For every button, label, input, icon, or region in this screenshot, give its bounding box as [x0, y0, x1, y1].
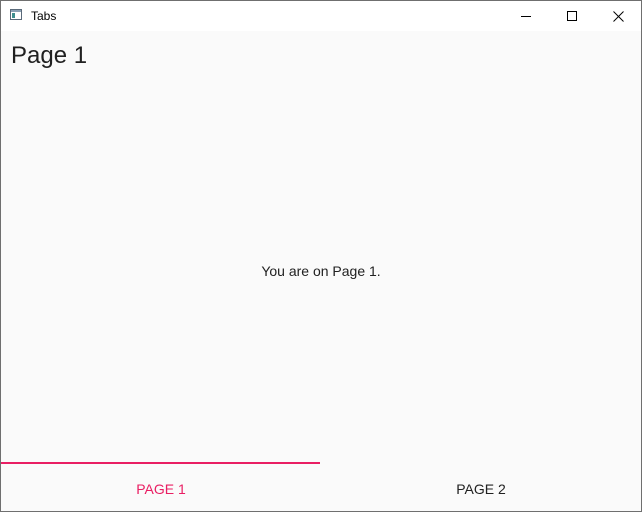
minimize-icon — [521, 16, 531, 17]
tab-page-2-label: PAGE 2 — [456, 480, 506, 497]
page-message: You are on Page 1. — [261, 263, 381, 279]
page-title: Page 1 — [11, 42, 88, 69]
app-window: Tabs Page 1 You are on Page 1. PAGE 1 PA… — [0, 0, 642, 512]
window-title: Tabs — [31, 9, 57, 23]
tab-page-1[interactable]: PAGE 1 — [1, 462, 321, 511]
close-button[interactable] — [595, 1, 641, 31]
tab-page-2[interactable]: PAGE 2 — [321, 462, 641, 511]
title-bar[interactable]: Tabs — [1, 1, 641, 31]
window-app-icon — [10, 9, 22, 20]
minimize-button[interactable] — [503, 1, 549, 31]
tab-bar: PAGE 1 PAGE 2 — [1, 462, 641, 511]
tab-selection-indicator — [1, 462, 320, 464]
maximize-button[interactable] — [549, 1, 595, 31]
maximize-icon — [567, 11, 577, 21]
tab-page-1-label: PAGE 1 — [136, 480, 186, 497]
page-content: Page 1 You are on Page 1. PAGE 1 PAGE 2 — [1, 31, 641, 511]
close-icon — [612, 10, 624, 22]
